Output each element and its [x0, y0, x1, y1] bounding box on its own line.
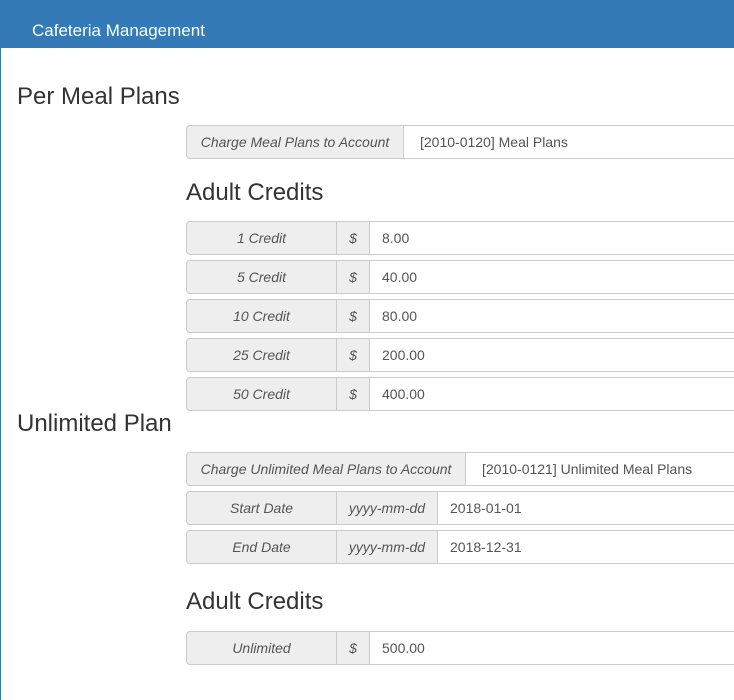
credit-label: 25 Credit: [186, 338, 337, 372]
end-date-group: End Date yyyy-mm-dd 2018-12-31: [186, 530, 734, 564]
unlimited-account-group: Charge Unlimited Meal Plans to Account […: [186, 452, 734, 486]
credit-row: 50 Credit $ 400.00: [186, 377, 734, 411]
meal-account-group: Charge Meal Plans to Account [2010-0120]…: [186, 125, 734, 159]
credit-row: 5 Credit $ 40.00: [186, 260, 734, 294]
unlimited-plan-heading: Unlimited Plan: [17, 410, 172, 437]
currency-addon: $: [337, 299, 370, 333]
unlimited-credit-label: Unlimited: [186, 631, 337, 665]
adult-credits-heading: Adult Credits: [186, 179, 324, 206]
currency-addon: $: [337, 631, 370, 665]
credit-label: 5 Credit: [186, 260, 337, 294]
credit-price-input[interactable]: 80.00: [370, 299, 734, 333]
start-date-group: Start Date yyyy-mm-dd 2018-01-01: [186, 491, 734, 525]
date-format-addon: yyyy-mm-dd: [337, 491, 438, 525]
meal-account-select[interactable]: [2010-0120] Meal Plans: [404, 125, 734, 159]
credit-price-input[interactable]: 400.00: [370, 377, 734, 411]
unlimited-account-label: Charge Unlimited Meal Plans to Account: [186, 452, 466, 486]
credit-price-input[interactable]: 40.00: [370, 260, 734, 294]
meal-account-label: Charge Meal Plans to Account: [186, 125, 404, 159]
credit-row: 25 Credit $ 200.00: [186, 338, 734, 372]
unlimited-price-input[interactable]: 500.00: [370, 631, 734, 665]
end-date-input[interactable]: 2018-12-31: [438, 530, 734, 564]
credit-price-input[interactable]: 8.00: [370, 221, 734, 255]
panel-heading: Cafeteria Management: [0, 0, 734, 48]
currency-addon: $: [337, 377, 370, 411]
currency-addon: $: [337, 221, 370, 255]
unlimited-account-select[interactable]: [2010-0121] Unlimited Meal Plans: [466, 452, 734, 486]
date-format-addon: yyyy-mm-dd: [337, 530, 438, 564]
credit-price-input[interactable]: 200.00: [370, 338, 734, 372]
currency-addon: $: [337, 338, 370, 372]
start-date-label: Start Date: [186, 491, 337, 525]
credit-row: 10 Credit $ 80.00: [186, 299, 734, 333]
panel-title: Cafeteria Management: [32, 21, 205, 40]
credit-label: 1 Credit: [186, 221, 337, 255]
start-date-input[interactable]: 2018-01-01: [438, 491, 734, 525]
unlimited-credit-row: Unlimited $ 500.00: [186, 631, 734, 665]
credit-label: 10 Credit: [186, 299, 337, 333]
credit-label: 50 Credit: [186, 377, 337, 411]
end-date-label: End Date: [186, 530, 337, 564]
unlimited-adult-credits-heading: Adult Credits: [186, 588, 324, 615]
per-meal-plans-heading: Per Meal Plans: [17, 83, 180, 110]
currency-addon: $: [337, 260, 370, 294]
credit-row: 1 Credit $ 8.00: [186, 221, 734, 255]
